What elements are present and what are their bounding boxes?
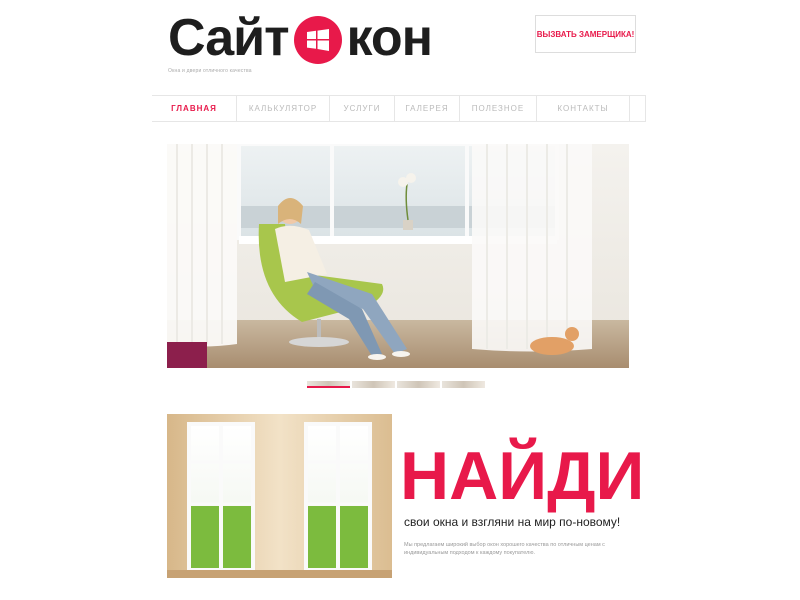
nav-item-gallery[interactable]: ГАЛЕРЕЯ: [395, 96, 460, 121]
slider-thumb-1[interactable]: [307, 381, 350, 388]
window-illustration: [167, 414, 392, 578]
call-measurer-button[interactable]: ВЫЗВАТЬ ЗАМЕРЩИКА!: [535, 15, 636, 53]
main-nav: ГЛАВНАЯ КАЛЬКУЛЯТОР УСЛУГИ ГАЛЕРЕЯ ПОЛЕЗ…: [152, 95, 646, 122]
windows-logo-icon: [293, 16, 342, 64]
nav-item-contacts[interactable]: КОНТАКТЫ: [537, 96, 630, 121]
slider-thumb-4[interactable]: [442, 381, 485, 388]
logo-text-left: Сайт: [168, 9, 290, 67]
promo-subtitle: свои окна и взгляни на мир по-новому!: [404, 515, 621, 529]
nav-item-calculator[interactable]: КАЛЬКУЛЯТОР: [237, 96, 330, 121]
nav-divider: [630, 96, 646, 121]
slider-thumbnails: [307, 381, 485, 390]
promo-title: НАЙДИ: [400, 438, 645, 514]
nav-item-useful[interactable]: ПОЛЕЗНОЕ: [460, 96, 537, 121]
hero-illustration: [167, 144, 629, 368]
slider-thumb-3[interactable]: [397, 381, 440, 388]
tagline: Окна и двери отличного качества: [168, 68, 252, 74]
logo-text-right: кон: [346, 9, 434, 67]
hero-slide-image[interactable]: [167, 144, 629, 368]
nav-item-home[interactable]: ГЛАВНАЯ: [152, 96, 237, 121]
promo-window-image: [167, 414, 392, 578]
logo[interactable]: Сайт кон: [168, 9, 434, 67]
nav-item-services[interactable]: УСЛУГИ: [330, 96, 395, 121]
slider-thumb-2[interactable]: [352, 381, 395, 388]
promo-description: Мы предлагаем широкий выбор окон хорошег…: [404, 542, 605, 556]
